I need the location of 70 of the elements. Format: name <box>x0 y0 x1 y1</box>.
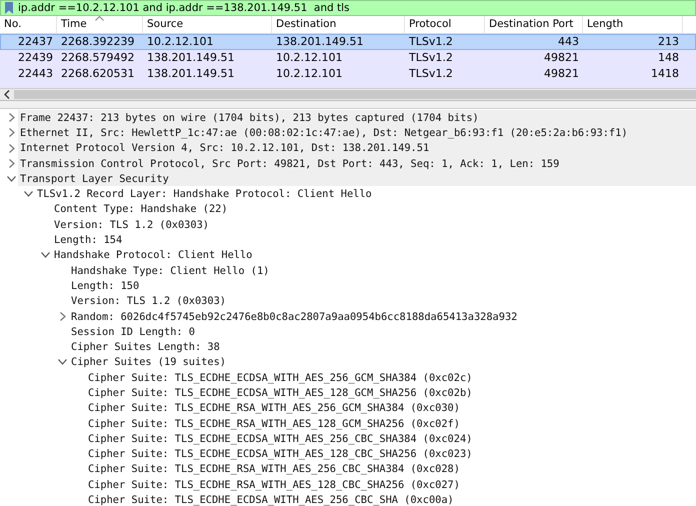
field-tree-item[interactable]: Cipher Suite: TLS_ECDHE_RSA_WITH_AES_128_GCM_SHA256 (0xc02f) <box>88 418 460 430</box>
column-header[interactable]: Protocol <box>405 16 485 33</box>
collapsed-chevron-icon[interactable] <box>8 144 14 153</box>
field-tree-item[interactable]: Content Type: Handshake (22) <box>54 203 228 216</box>
field-tree-item[interactable]: Cipher Suite: TLS_ECDHE_ECDSA_WITH_AES_256_CBC_SHA384 (0xc024) <box>88 432 472 445</box>
packet-row[interactable]: 22437 2268.392239 10.2.12.101 138.201.149.51 TLSv1.2 443 213 <box>0 34 696 50</box>
field-tree-item[interactable]: Handshake Type: Client Hello (1) <box>71 264 270 277</box>
expanded-chevron-icon[interactable] <box>7 176 16 182</box>
table-cell-text: 10.2.12.101 <box>275 50 344 66</box>
column-header[interactable]: Length <box>583 16 683 33</box>
table-cell-text: 138.201.149.51 <box>146 50 236 66</box>
collapsed-chevron-icon[interactable] <box>60 312 66 321</box>
field-tree-item[interactable]: Cipher Suites Length: 38 <box>71 341 220 354</box>
table-cell-text: TLSv1.2 <box>408 34 454 50</box>
table-cell-text: 213 <box>657 34 680 50</box>
packet-row[interactable]: 22443 2268.620531 138.201.149.51 10.2.12.101 TLSv1.2 49821 1418 <box>0 66 696 82</box>
collapsed-chevron-icon[interactable] <box>8 159 14 168</box>
table-cell-text: 10.2.12.101 <box>275 66 344 82</box>
table-cell-text: 2268.579492 <box>60 50 136 66</box>
table-cell-text: TLSv1.2 <box>408 66 454 82</box>
protocol-tree-item[interactable]: Internet Protocol Version 4, Src: 10.2.12.101, Dst: 138.201.149.51 <box>20 142 430 154</box>
field-tree-item[interactable]: Length: 154 <box>54 234 122 246</box>
table-cell-text: 148 <box>657 50 680 66</box>
table-cell-text: 22437 <box>17 34 54 50</box>
field-tree-item[interactable]: TLSv1.2 Record Layer: Handshake Protocol: Client Hello <box>37 188 372 200</box>
packet-row[interactable]: 22439 2268.579492 138.201.149.51 10.2.12.101 TLSv1.2 49821 148 <box>0 50 696 66</box>
protocol-tree-item[interactable]: Frame 22437: 213 bytes on wire (1704 bits), 213 bytes captured (1704 bits) <box>20 112 479 124</box>
table-cell-text: 22443 <box>17 66 54 82</box>
field-tree-item[interactable]: Version: TLS 1.2 (0x0303) <box>71 295 226 308</box>
collapsed-chevron-icon[interactable] <box>8 113 14 122</box>
protocol-tree-item[interactable]: Transport Layer Security <box>20 172 169 185</box>
table-cell-text: 138.201.149.51 <box>146 66 236 82</box>
table-cell-text: 49821 <box>543 50 580 66</box>
field-tree-item[interactable]: Version: TLS 1.2 (0x0303) <box>54 218 209 231</box>
column-header[interactable]: No. <box>0 16 57 33</box>
field-tree-item[interactable]: Session ID Length: 0 <box>71 326 195 338</box>
field-tree-item[interactable]: Cipher Suite: TLS_ECDHE_ECDSA_WITH_AES_256_CBC_SHA (0xc00a) <box>88 494 454 506</box>
scroll-left-icon[interactable] <box>4 90 10 99</box>
expanded-chevron-icon[interactable] <box>58 359 67 366</box>
field-tree-item[interactable]: Random: 6026dc4f5745eb92c2476e8b0c8ac2807a9aa0954b6cc8188da65413a328a932 <box>71 310 518 322</box>
table-cell-text: 443 <box>557 34 580 50</box>
column-header[interactable]: Source <box>143 16 272 33</box>
field-tree-item[interactable]: Cipher Suite: TLS_ECDHE_ECDSA_WITH_AES_256_GCM_SHA384 (0xc02c) <box>88 372 472 384</box>
field-tree-item[interactable]: Cipher Suite: TLS_ECDHE_ECDSA_WITH_AES_128_GCM_SHA256 (0xc02b) <box>88 386 472 399</box>
table-cell-text: 49821 <box>543 66 580 82</box>
column-header[interactable]: Destination Port <box>485 16 583 33</box>
table-cell-text: 22439 <box>17 50 54 66</box>
table-cell-text: 138.201.149.51 <box>275 34 364 50</box>
table-cell-text: 2268.392239 <box>60 34 136 50</box>
expanded-chevron-icon[interactable] <box>41 252 50 258</box>
protocol-tree-item[interactable]: Ethernet II, Src: HewlettP_1c:47:ae (00:08:02:1c:47:ae), Dst: Netgear_b6:93:f1 (20:e5:2a:b6:93:f1) <box>20 126 628 139</box>
collapsed-chevron-icon[interactable] <box>8 128 14 138</box>
field-tree-item[interactable]: Cipher Suite: TLS_ECDHE_ECDSA_WITH_AES_128_CBC_SHA256 (0xc023) <box>88 448 472 460</box>
table-cell-text: 2268.620531 <box>60 66 136 82</box>
protocol-tree-item[interactable]: Transmission Control Protocol, Src Port: 49821, Dst Port: 443, Seq: 1, Ack: 1, Len: 159 <box>20 158 560 170</box>
horizontal-scrollbar[interactable] <box>0 88 696 100</box>
table-cell-text: TLSv1.2 <box>408 50 454 66</box>
field-tree-item[interactable]: Length: 150 <box>71 280 140 292</box>
field-tree-item[interactable]: Cipher Suite: TLS_ECDHE_RSA_WITH_AES_256_CBC_SHA384 (0xc028) <box>88 463 460 476</box>
field-tree-item[interactable]: Handshake Protocol: Client Hello <box>54 249 252 262</box>
table-cell-text: 1418 <box>650 66 680 82</box>
expanded-chevron-icon[interactable] <box>24 191 33 198</box>
field-tree-item[interactable]: Cipher Suites (19 suites) <box>71 356 226 368</box>
field-tree-item[interactable]: Cipher Suite: TLS_ECDHE_RSA_WITH_AES_256_GCM_SHA384 (0xc030) <box>88 402 460 414</box>
table-cell-text: 10.2.12.101 <box>146 34 214 50</box>
field-tree-item[interactable]: Cipher Suite: TLS_ECDHE_RSA_WITH_AES_128_CBC_SHA256 (0xc027) <box>88 478 460 491</box>
display-filter-field[interactable]: ip.addr ==10.2.12.101 and ip.addr ==138.201.149.51 and tls <box>0 0 696 16</box>
bookmark-icon[interactable] <box>5 2 13 14</box>
column-header[interactable]: Time <box>57 16 143 33</box>
column-header[interactable]: Destination <box>272 16 405 33</box>
